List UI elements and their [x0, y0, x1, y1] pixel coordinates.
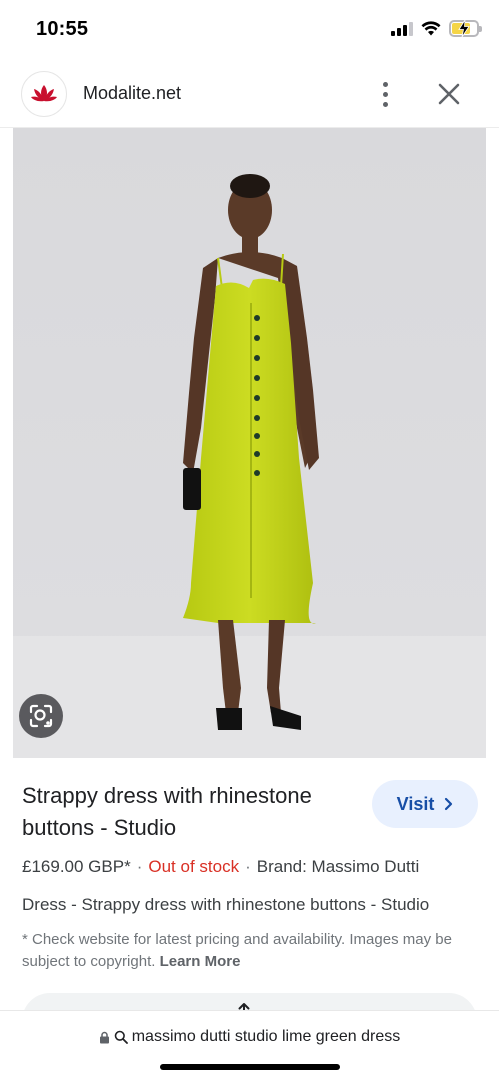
lock-icon [99, 1031, 109, 1043]
site-header: Modalite.net [0, 62, 499, 128]
brand: Brand: Massimo Dutti [256, 857, 420, 876]
url-bar[interactable]: massimo dutti studio lime green dress [0, 1010, 499, 1080]
product-title: Strappy dress with rhinestone buttons - … [22, 783, 312, 840]
product-description: Dress - Strappy dress with rhinestone bu… [22, 895, 430, 914]
more-vertical-icon[interactable] [373, 79, 397, 109]
chevron-right-icon [445, 797, 453, 811]
separator: · [245, 857, 251, 876]
site-name[interactable]: Modalite.net [83, 83, 181, 104]
battery-charging-icon [449, 20, 482, 37]
status-bar: 10:55 [0, 0, 499, 62]
wifi-icon [421, 21, 441, 36]
page: 10:55 Modalite.net Strappy dress with rh… [0, 0, 499, 1080]
price: £169.00 GBP* [22, 857, 131, 876]
cellular-signal-icon [391, 21, 413, 36]
close-icon[interactable] [434, 79, 464, 109]
dress-photo [13, 128, 486, 758]
status-time: 10:55 [36, 18, 89, 40]
lotus-logo-icon[interactable] [21, 71, 67, 117]
visit-button[interactable]: Visit [372, 780, 478, 828]
search-icon [114, 1030, 128, 1044]
learn-more-link[interactable]: Learn More [160, 953, 241, 970]
disclaimer: * Check website for latest pricing and a… [22, 929, 482, 973]
home-indicator [160, 1064, 340, 1070]
visit-label: Visit [396, 793, 435, 814]
lens-search-icon[interactable] [19, 694, 63, 738]
product-image[interactable] [13, 128, 486, 758]
search-query[interactable]: massimo dutti studio lime green dress [132, 1028, 401, 1046]
availability-status: Out of stock [148, 857, 240, 876]
price-line: £169.00 GBP* · Out of stock · Brand: Massimo… [22, 857, 419, 877]
separator: · [136, 857, 143, 876]
url-row[interactable]: massimo dutti studio lime green dress [0, 1028, 499, 1046]
status-icons [391, 20, 482, 37]
